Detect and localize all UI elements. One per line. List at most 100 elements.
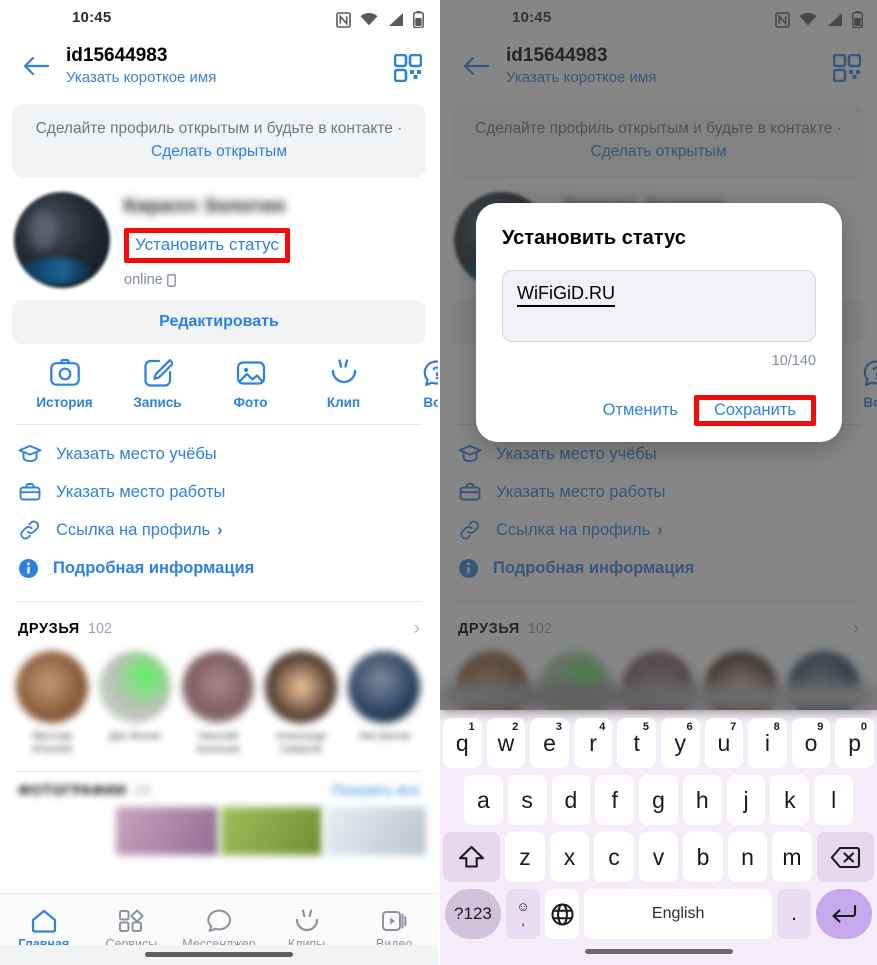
key-r[interactable]: 4r [573,718,613,768]
action-story-label: История [36,395,93,410]
key-l[interactable]: l [814,775,854,825]
key-g[interactable]: g [639,775,678,825]
list-item[interactable]: Дан Жилин [99,651,171,755]
info-row-work[interactable]: Указать место работы [0,473,438,511]
list-item-label: Лев Шилов [358,731,410,742]
enter-key[interactable] [816,889,873,939]
action-question-label: Воп [423,395,438,410]
action-question[interactable]: Воп [390,358,438,410]
link-icon [20,520,40,540]
red-highlight-box: Установить статус [124,228,290,263]
question-bubble-icon [423,360,438,387]
shift-key[interactable] [442,832,501,882]
key-d[interactable]: d [551,775,591,825]
photos-header[interactable]: ФОТОГРАФИИ 24 Показать все [0,772,438,799]
home-icon [31,909,56,933]
photo-thumb[interactable] [116,807,218,855]
left-phone-screen: 10:45 id15644983 Указать короткое имя Сд… [0,0,438,965]
make-open-link[interactable]: Сделать открытым [151,143,287,160]
key-sup: 1 [468,721,475,733]
action-photo[interactable]: Фото [204,358,297,410]
action-post[interactable]: Запись [111,358,204,410]
chevron-right-icon[interactable]: › [414,618,420,640]
space-key[interactable]: English [584,889,772,939]
key-f[interactable]: f [595,775,635,825]
info-rows: Указать место учёбы Указать место работы… [0,425,438,595]
photo-thumb[interactable] [324,807,426,855]
key-u[interactable]: 7u [704,718,744,768]
emoji-key[interactable]: ☺ , [505,889,541,939]
key-s[interactable]: s [507,775,547,825]
key-n[interactable]: n [727,832,768,882]
key-q[interactable]: 1q [443,718,482,768]
key-z[interactable]: z [505,832,545,882]
action-clip[interactable]: Клип [297,358,390,410]
backspace-key[interactable] [816,832,875,882]
key-i[interactable]: 8i [748,718,787,768]
list-item[interactable]: Лев Шилов [348,651,420,755]
photo-thumb[interactable] [220,807,322,855]
key-k[interactable]: k [770,775,810,825]
info-row-profile-link-label: Ссылка на профиль › [56,521,223,540]
photo-thumb[interactable] [12,807,113,855]
key-o[interactable]: 9o [791,718,831,768]
key-m[interactable]: m [772,832,812,882]
panel-divider [438,0,440,965]
symbols-key[interactable]: ?123 [445,889,501,939]
key-label: w [497,729,515,756]
language-key[interactable] [545,889,580,939]
key-a[interactable]: a [463,775,503,825]
friends-title: ДРУЗЬЯ [18,621,80,637]
info-row-profile-link[interactable]: Ссылка на профиль › [0,511,438,549]
camera-icon [49,358,80,386]
backspace-icon [830,846,860,868]
key-sup: 4 [599,721,606,733]
status-input[interactable]: WiFiGiD.RU [502,270,816,342]
quick-actions-row: История Запись Фото Клип Воп [0,344,438,420]
gesture-bar[interactable] [443,943,874,965]
key-j[interactable]: j [726,775,766,825]
key-p[interactable]: 0p [835,718,874,768]
back-button[interactable] [16,46,56,86]
avatar[interactable] [14,192,110,288]
key-label: r [589,729,597,756]
keyboard-row-2: a s d f g h j k l [443,775,874,825]
briefcase-icon [19,483,41,501]
photos-strip [0,799,438,855]
edit-profile-button[interactable]: Редактировать [12,300,426,344]
avatar [348,651,420,723]
key-t[interactable]: 5t [617,718,656,768]
red-highlight-box: Сохранить [694,395,816,426]
list-item[interactable]: Николай Кузнецов [182,651,254,755]
graduation-cap-icon [18,445,42,463]
action-story[interactable]: История [18,358,111,410]
set-status-button[interactable]: Установить статус [135,235,279,254]
key-e[interactable]: 3e [530,718,569,768]
key-c[interactable]: c [594,832,634,882]
qr-code-button[interactable] [393,53,423,87]
gesture-bar[interactable] [0,945,438,965]
key-y[interactable]: 6y [661,718,700,768]
cancel-button[interactable]: Отменить [593,395,688,426]
list-item-label: Николай Кузнецов [196,731,240,755]
key-label: e [543,729,556,756]
photos-show-all-link[interactable]: Показать все [331,783,420,799]
info-row-education[interactable]: Указать место учёбы [0,435,438,473]
period-key[interactable]: . [776,889,812,939]
key-b[interactable]: b [683,832,723,882]
key-x[interactable]: x [549,832,590,882]
list-item[interactable]: Александр Смирнов [265,651,337,755]
info-row-details[interactable]: Подробная информация [0,549,438,587]
key-w[interactable]: 2w [486,718,526,768]
set-short-name-link[interactable]: Указать короткое имя [66,68,216,87]
save-button[interactable]: Сохранить [704,395,806,425]
list-item[interactable]: Ярослав Ильичёв [16,651,88,755]
key-label: q [455,729,469,756]
banner-text: Сделайте профиль открытым и будьте в кон… [35,120,403,137]
friends-header[interactable]: ДРУЗЬЯ 102 › [0,602,438,640]
key-label: i [764,729,771,756]
key-h[interactable]: h [682,775,722,825]
avatar [99,651,171,723]
key-v[interactable]: v [638,832,679,882]
set-status-dialog: Установить статус WiFiGiD.RU 10/140 Отме… [476,203,842,442]
